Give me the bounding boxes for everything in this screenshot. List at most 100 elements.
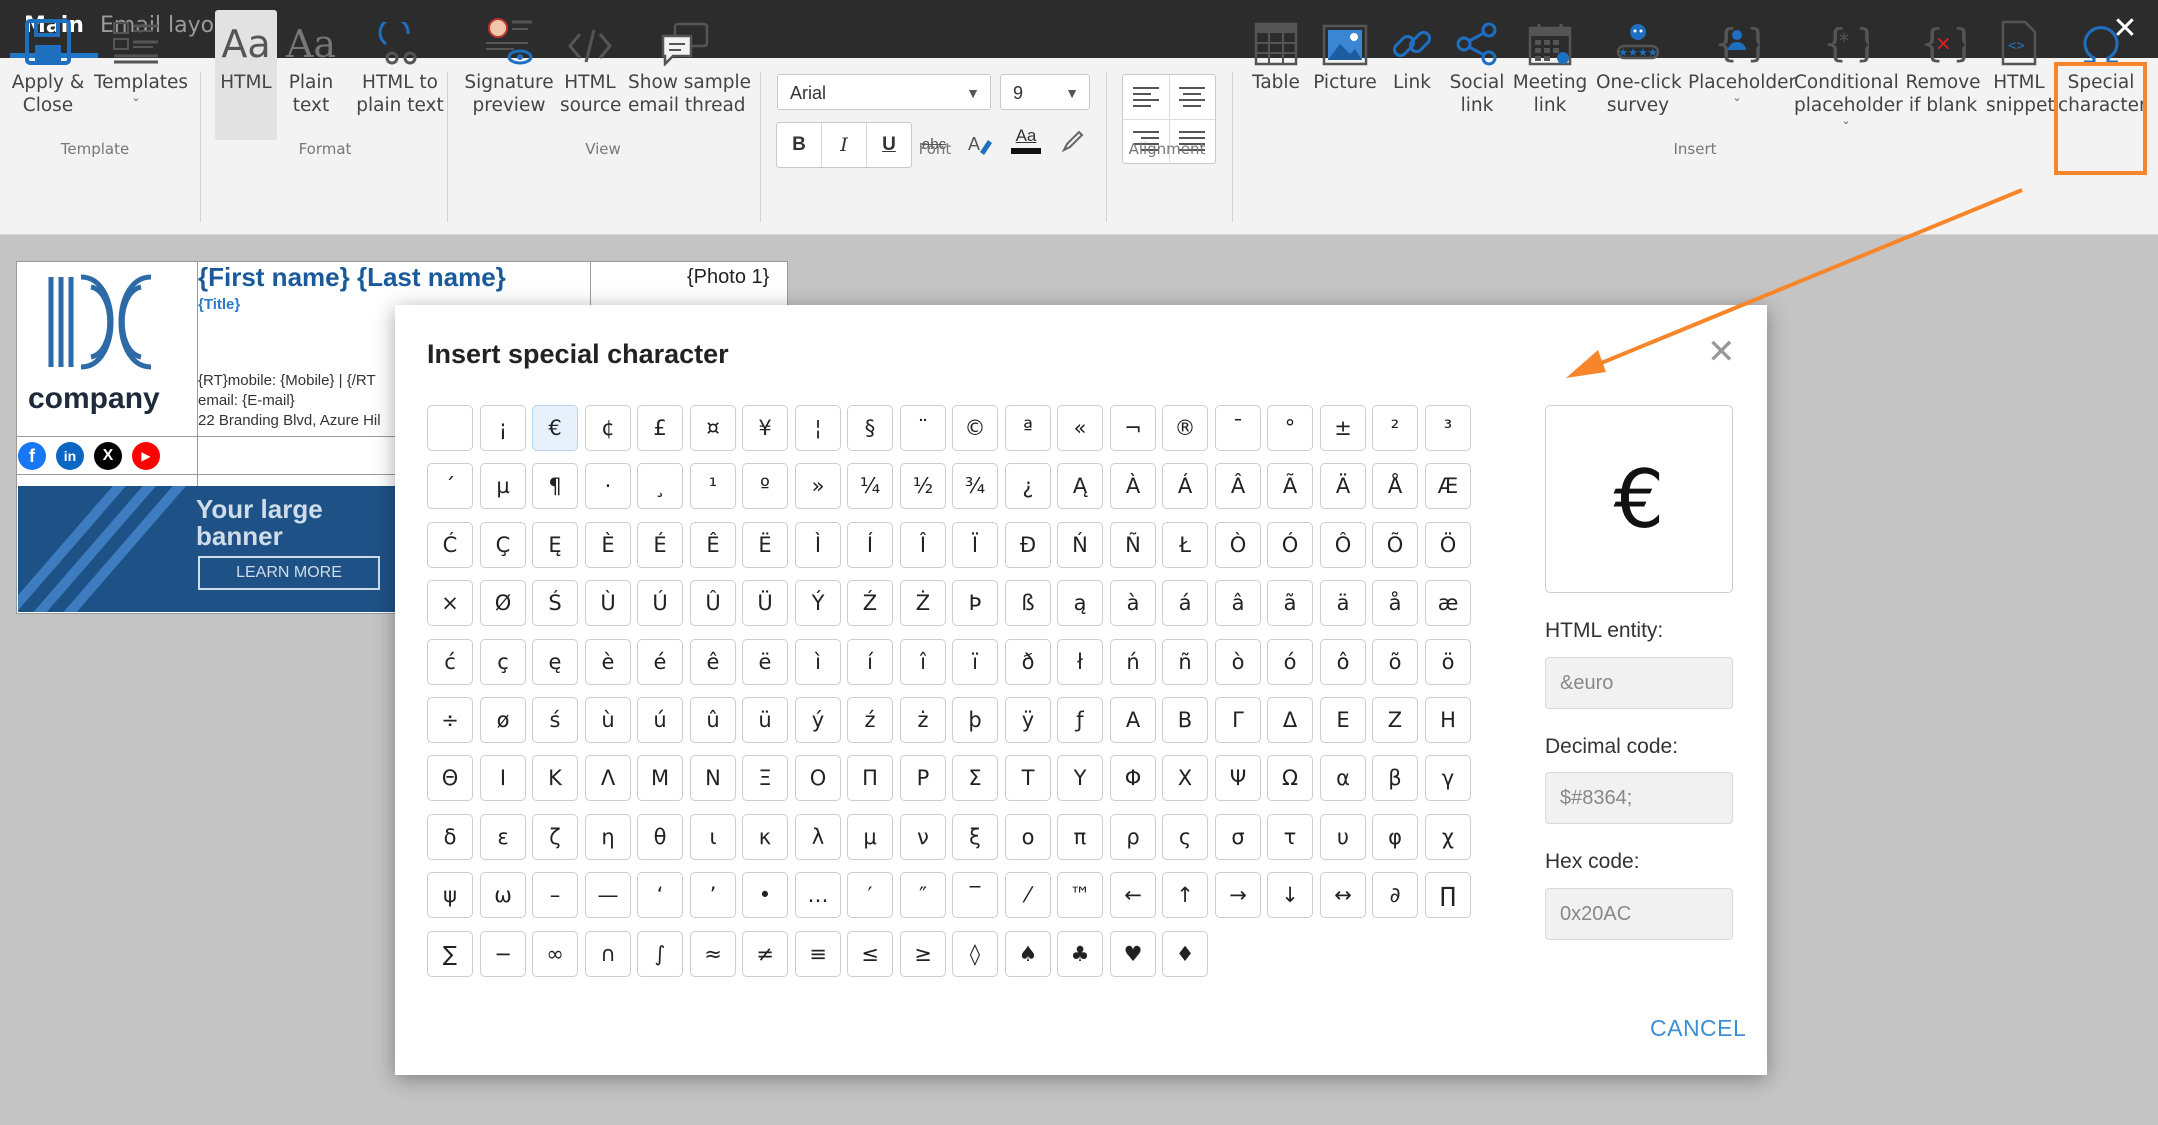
- insert-conditional-placeholder-button[interactable]: {}* Conditional placeholder ⌄: [1794, 10, 1903, 140]
- char-cell[interactable]: ý: [795, 697, 841, 743]
- char-cell[interactable]: Ψ: [1215, 755, 1261, 801]
- char-cell[interactable]: ú: [637, 697, 683, 743]
- char-cell[interactable]: ë: [742, 639, 788, 685]
- char-cell[interactable]: Å: [1372, 463, 1418, 509]
- char-cell[interactable]: ±: [1320, 405, 1366, 451]
- char-cell[interactable]: →: [1215, 872, 1261, 918]
- char-cell[interactable]: ‾: [952, 872, 998, 918]
- char-cell[interactable]: ″: [900, 872, 946, 918]
- char-cell[interactable]: °: [1267, 405, 1313, 451]
- char-cell[interactable]: ⁄: [1005, 872, 1051, 918]
- char-cell[interactable]: ∞: [532, 931, 578, 977]
- char-cell[interactable]: ï: [952, 639, 998, 685]
- char-cell[interactable]: Ò: [1215, 522, 1261, 568]
- char-cell[interactable]: Ý: [795, 580, 841, 626]
- insert-html-snippet-button[interactable]: <> HTML snippet: [1986, 10, 2055, 140]
- char-cell[interactable]: ì: [795, 639, 841, 685]
- italic-button[interactable]: I: [822, 123, 867, 167]
- char-cell[interactable]: ¹: [690, 463, 736, 509]
- char-cell[interactable]: ®: [1162, 405, 1208, 451]
- signature-title[interactable]: {Title}: [198, 296, 240, 313]
- char-cell[interactable]: Ρ: [900, 755, 946, 801]
- char-cell[interactable]: È: [585, 522, 631, 568]
- char-cell[interactable]: Ú: [637, 580, 683, 626]
- char-cell[interactable]: θ: [637, 814, 683, 860]
- font-family-select[interactable]: Arial ▼: [777, 74, 991, 110]
- char-cell[interactable]: ο: [1005, 814, 1051, 860]
- char-cell[interactable]: π: [1057, 814, 1103, 860]
- signature-photo[interactable]: {Photo 1}: [687, 266, 769, 289]
- char-cell[interactable]: ∫: [637, 931, 683, 977]
- char-cell[interactable]: −: [480, 931, 526, 977]
- char-cell[interactable]: ƒ: [1057, 697, 1103, 743]
- insert-table-button[interactable]: Table: [1246, 10, 1306, 140]
- char-cell[interactable]: Β: [1162, 697, 1208, 743]
- char-cell[interactable]: ≤: [847, 931, 893, 977]
- char-cell[interactable]: ¨: [900, 405, 946, 451]
- char-cell[interactable]: Ż: [900, 580, 946, 626]
- char-cell[interactable]: ◊: [952, 931, 998, 977]
- char-cell[interactable]: κ: [742, 814, 788, 860]
- char-cell[interactable]: ª: [1005, 405, 1051, 451]
- char-cell[interactable]: ć: [427, 639, 473, 685]
- char-cell[interactable]: ‘: [637, 872, 683, 918]
- char-cell[interactable]: Ø: [480, 580, 526, 626]
- char-cell[interactable]: ω: [480, 872, 526, 918]
- char-cell[interactable]: Î: [900, 522, 946, 568]
- char-cell[interactable]: À: [1110, 463, 1156, 509]
- char-cell[interactable]: …: [795, 872, 841, 918]
- char-cell[interactable]: ←: [1110, 872, 1156, 918]
- char-cell[interactable]: Ζ: [1372, 697, 1418, 743]
- char-cell[interactable]: ↑: [1162, 872, 1208, 918]
- char-cell[interactable]: Ù: [585, 580, 631, 626]
- font-size-select[interactable]: 9 ▼: [1000, 74, 1090, 110]
- char-cell[interactable]: Ξ: [742, 755, 788, 801]
- char-cell[interactable]: ¶: [532, 463, 578, 509]
- char-cell[interactable]: è: [585, 639, 631, 685]
- html-to-plain-button[interactable]: HTML to plain text: [350, 10, 450, 140]
- char-cell[interactable]: ς: [1162, 814, 1208, 860]
- char-cell[interactable]: á: [1162, 580, 1208, 626]
- char-cell[interactable]: ż: [900, 697, 946, 743]
- char-cell[interactable]: Σ: [952, 755, 998, 801]
- char-cell[interactable]: ≡: [795, 931, 841, 977]
- char-cell[interactable]: Μ: [637, 755, 683, 801]
- hex-code-field[interactable]: 0x20AC: [1545, 888, 1733, 940]
- char-cell[interactable]: ó: [1267, 639, 1313, 685]
- linkedin-icon[interactable]: in: [56, 442, 84, 470]
- char-cell[interactable]: ö: [1425, 639, 1471, 685]
- char-cell[interactable]: ¡: [480, 405, 526, 451]
- char-cell[interactable]: å: [1372, 580, 1418, 626]
- char-cell[interactable]: ∑: [427, 931, 473, 977]
- char-cell[interactable]: ≈: [690, 931, 736, 977]
- char-cell[interactable]: ×: [427, 580, 473, 626]
- char-cell[interactable]: Λ: [585, 755, 631, 801]
- char-cell[interactable]: ô: [1320, 639, 1366, 685]
- char-cell[interactable]: Ń: [1057, 522, 1103, 568]
- char-cell[interactable]: ä: [1320, 580, 1366, 626]
- char-cell[interactable]: ł: [1057, 639, 1103, 685]
- char-cell[interactable]: Ñ: [1110, 522, 1156, 568]
- char-cell[interactable]: Æ: [1425, 463, 1471, 509]
- char-cell[interactable]: ÿ: [1005, 697, 1051, 743]
- char-cell[interactable]: ¯: [1215, 405, 1261, 451]
- char-cell[interactable]: Ü: [742, 580, 788, 626]
- char-cell[interactable]: ÷: [427, 697, 473, 743]
- char-cell[interactable]: ð: [1005, 639, 1051, 685]
- insert-picture-button[interactable]: Picture: [1312, 10, 1378, 140]
- char-cell[interactable]: ζ: [532, 814, 578, 860]
- highlight-pen-icon[interactable]: [1050, 120, 1094, 164]
- char-cell[interactable]: Υ: [1057, 755, 1103, 801]
- char-cell[interactable]: α: [1320, 755, 1366, 801]
- char-cell[interactable]: χ: [1425, 814, 1471, 860]
- char-cell[interactable]: ß: [1005, 580, 1051, 626]
- char-cell[interactable]: Φ: [1110, 755, 1156, 801]
- youtube-icon[interactable]: ▶: [132, 442, 160, 470]
- char-cell[interactable]: þ: [952, 697, 998, 743]
- html-entity-field[interactable]: &euro: [1545, 657, 1733, 709]
- char-cell[interactable]: »: [795, 463, 841, 509]
- char-cell[interactable]: ü: [742, 697, 788, 743]
- char-cell[interactable]: φ: [1372, 814, 1418, 860]
- char-cell[interactable]: •: [742, 872, 788, 918]
- signature-address[interactable]: 22 Branding Blvd, Azure Hil: [198, 412, 381, 429]
